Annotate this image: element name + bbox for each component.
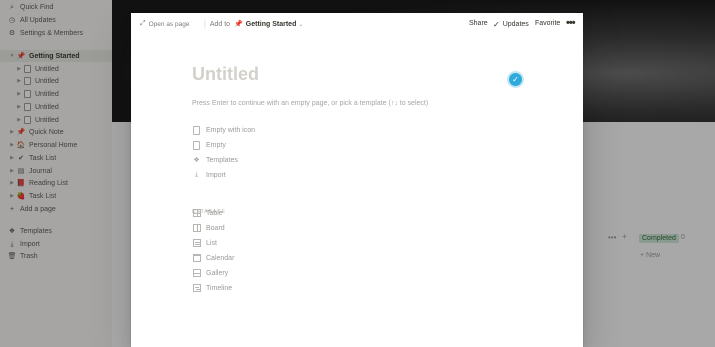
page-with-icon-icon xyxy=(192,125,201,135)
add-to-label: Add to xyxy=(209,20,231,28)
expand-arrows-icon: ⤢ xyxy=(140,20,146,27)
option-empty-with-icon[interactable]: Empty with icon xyxy=(192,123,255,137)
option-label: Empty xyxy=(206,141,226,149)
option-empty[interactable]: Empty xyxy=(192,138,226,152)
option-label: Gallery xyxy=(206,269,229,277)
option-label: Timeline xyxy=(206,284,233,292)
divider: | xyxy=(204,20,206,28)
page-title-input[interactable]: Untitled xyxy=(192,64,259,85)
option-gallery[interactable]: Gallery xyxy=(192,266,228,280)
add-to-target: Getting Started xyxy=(245,20,297,28)
option-table[interactable]: Table xyxy=(192,206,223,220)
favorite-button[interactable]: Favorite xyxy=(535,20,560,27)
templates-icon: ❖ xyxy=(193,156,200,164)
updates-button[interactable]: ✓ Updates xyxy=(493,20,529,29)
open-as-page-button[interactable]: ⤢ Open as page xyxy=(140,20,189,28)
option-label: List xyxy=(206,239,217,247)
modal-topbar: ⤢ Open as page | Add to 📌 Getting Starte… xyxy=(131,13,583,35)
open-as-page-label: Open as page xyxy=(148,20,190,28)
gallery-icon xyxy=(192,269,201,278)
option-import[interactable]: ⤓ Import xyxy=(192,168,226,182)
share-button[interactable]: Share xyxy=(469,20,488,27)
checkmark-badge-icon: ✓ xyxy=(509,73,522,86)
option-label: Board xyxy=(206,224,225,232)
option-label: Calendar xyxy=(206,254,235,262)
calendar-icon xyxy=(192,254,201,263)
more-options-icon[interactable]: ••• xyxy=(566,17,576,29)
option-label: Table xyxy=(206,209,223,217)
pushpin-icon: 📌 xyxy=(234,21,243,28)
option-label: Import xyxy=(206,171,226,179)
page-icon xyxy=(192,140,201,150)
new-page-modal: ⤢ Open as page | Add to 📌 Getting Starte… xyxy=(131,13,583,347)
option-label: Empty with icon xyxy=(206,126,256,134)
option-templates[interactable]: ❖ Templates xyxy=(192,153,238,167)
chevron-down-icon: ⌄ xyxy=(298,21,304,28)
add-to-selector[interactable]: | Add to 📌 Getting Started ⌄ xyxy=(204,20,304,29)
option-timeline[interactable]: Timeline xyxy=(192,281,232,295)
option-label: Templates xyxy=(206,156,238,164)
list-icon xyxy=(192,239,201,248)
checkmark-icon: ✓ xyxy=(493,20,500,29)
option-board[interactable]: Board xyxy=(192,221,225,235)
import-icon: ⤓ xyxy=(194,171,199,178)
timeline-icon xyxy=(192,284,201,293)
option-calendar[interactable]: Calendar xyxy=(192,251,234,265)
board-icon xyxy=(192,224,201,233)
table-icon xyxy=(192,209,201,218)
template-hint: Press Enter to continue with an empty pa… xyxy=(192,100,429,107)
option-list[interactable]: List xyxy=(192,236,217,250)
updates-label: Updates xyxy=(502,21,529,28)
